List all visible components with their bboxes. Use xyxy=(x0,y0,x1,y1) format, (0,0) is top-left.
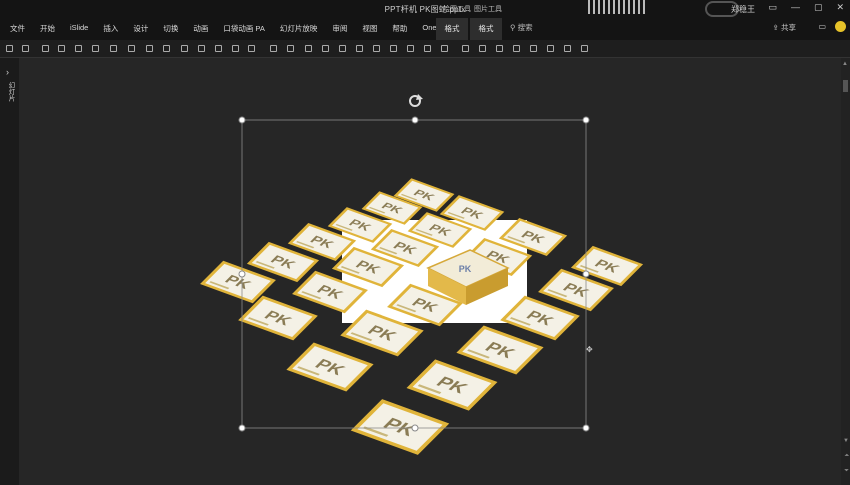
resize-handle[interactable] xyxy=(582,270,590,278)
fill-color-icon[interactable] xyxy=(441,45,448,52)
search-icon: ⚲ xyxy=(510,23,516,32)
rotate-tool-icon[interactable] xyxy=(390,45,397,52)
resize-handle[interactable] xyxy=(582,116,590,124)
send-back-icon[interactable] xyxy=(198,45,205,52)
minimize-icon[interactable]: — xyxy=(791,2,800,13)
resize-handle[interactable] xyxy=(411,424,419,432)
tab-animations[interactable]: 动画 xyxy=(193,23,208,34)
outline-icon[interactable] xyxy=(462,45,469,52)
format-painter-icon[interactable] xyxy=(305,45,312,52)
position-icon[interactable] xyxy=(513,45,520,52)
group-icon[interactable] xyxy=(128,45,135,52)
drawing-tools-group: 绘图工具 xyxy=(443,6,471,13)
paste-icon[interactable] xyxy=(564,45,571,52)
ungroup-icon[interactable] xyxy=(146,45,153,52)
search-box[interactable]: ⚲ 搜索 xyxy=(510,22,533,33)
tab-file[interactable]: 文件 xyxy=(10,23,25,34)
comment-icon[interactable]: ▭ xyxy=(818,22,826,31)
window-title: PPT杆机 PK图蛇.pptx xyxy=(384,5,466,14)
quick-toolbar xyxy=(0,40,850,58)
share-label: 共享 xyxy=(781,23,796,32)
flip-icon[interactable] xyxy=(407,45,414,52)
more-icon[interactable] xyxy=(581,45,588,52)
pk-card-grid[interactable] xyxy=(200,178,643,453)
bring-front-icon[interactable] xyxy=(181,45,188,52)
copy-icon[interactable] xyxy=(547,45,554,52)
table-icon[interactable] xyxy=(270,45,277,52)
feedback-smiley-icon[interactable] xyxy=(835,21,846,32)
pk-card[interactable] xyxy=(289,344,370,389)
align-icon[interactable] xyxy=(42,45,49,52)
rotate-icon[interactable] xyxy=(409,94,423,107)
prev-slide-icon[interactable]: ⏶ xyxy=(844,453,849,460)
edit-shape-icon[interactable] xyxy=(22,45,29,52)
scroll-up-icon[interactable]: ▲ xyxy=(842,61,848,67)
eyedropper-icon[interactable] xyxy=(339,45,346,52)
size-icon[interactable] xyxy=(496,45,503,52)
scroll-thumb[interactable] xyxy=(843,80,848,92)
scroll-down-icon[interactable]: ▼ xyxy=(843,438,849,444)
effects-icon[interactable] xyxy=(479,45,486,52)
tab-transitions[interactable]: 切换 xyxy=(163,23,178,34)
pk-card[interactable] xyxy=(238,295,318,341)
tab-design[interactable]: 设计 xyxy=(133,23,148,34)
slide-canvas[interactable]: PK PK xyxy=(19,58,841,485)
tab-islide[interactable]: iSlide xyxy=(70,23,88,34)
underline-icon[interactable] xyxy=(110,45,117,52)
pane-label: 幻灯片 xyxy=(7,82,14,102)
slide-thumbnail-pane: › 幻灯片 xyxy=(0,58,19,485)
tab-picture-format[interactable]: 格式 xyxy=(470,18,502,40)
text-direction-icon[interactable] xyxy=(215,45,222,52)
resize-handle[interactable] xyxy=(238,270,246,278)
pk-card[interactable] xyxy=(354,401,446,453)
tab-drawing-format[interactable]: 格式 xyxy=(436,18,468,40)
pk-card[interactable] xyxy=(410,361,495,409)
move-cursor-icon: ✥ xyxy=(586,345,593,354)
layer-icon[interactable] xyxy=(163,45,170,52)
pk-card[interactable] xyxy=(459,327,540,372)
tab-view[interactable]: 视图 xyxy=(362,23,377,34)
eraser-icon[interactable] xyxy=(287,45,294,52)
title-bar: PPT杆机 PK图蛇.pptx 郑稳王 ▭ — ▢ ✕ xyxy=(0,0,850,18)
crop-icon[interactable] xyxy=(373,45,380,52)
svg-text:PK: PK xyxy=(459,264,472,274)
share-button[interactable]: ⇪ 共享 xyxy=(773,22,796,33)
vertical-scrollbar[interactable]: ▲ ▼ ⏶ ⏷ xyxy=(841,58,850,485)
selection-pane-icon[interactable] xyxy=(530,45,537,52)
share-icon: ⇪ xyxy=(772,23,779,32)
ribbon-display-icon[interactable]: ▭ xyxy=(768,2,777,13)
picture-tools-group: 图片工具 xyxy=(474,6,502,13)
lock-icon[interactable] xyxy=(424,45,431,52)
resize-handle[interactable] xyxy=(238,424,246,432)
chart-icon[interactable] xyxy=(248,45,255,52)
user-name[interactable]: 郑稳王 xyxy=(731,4,755,15)
tab-review[interactable]: 审阅 xyxy=(332,23,347,34)
tab-help[interactable]: 帮助 xyxy=(392,23,407,34)
ribbon-tabs: 文件 开始 iSlide 插入 设计 切换 动画 口袋动画 PA 幻灯片放映 审… xyxy=(0,18,850,40)
next-slide-icon[interactable]: ⏷ xyxy=(844,468,849,475)
shape-icon[interactable] xyxy=(6,45,13,52)
brush-icon[interactable] xyxy=(356,45,363,52)
tab-home[interactable]: 开始 xyxy=(40,23,55,34)
search-placeholder: 搜索 xyxy=(517,23,533,32)
bold-icon[interactable] xyxy=(92,45,99,52)
resize-handle[interactable] xyxy=(411,116,419,124)
distribute-icon[interactable] xyxy=(58,45,65,52)
close-icon[interactable]: ✕ xyxy=(836,2,844,13)
tab-list: 文件 开始 iSlide 插入 设计 切换 动画 口袋动画 PA 幻灯片放映 审… xyxy=(10,23,471,34)
pen-icon[interactable] xyxy=(322,45,329,52)
tab-pocket-animation[interactable]: 口袋动画 PA xyxy=(223,23,265,34)
align-text-icon[interactable] xyxy=(232,45,239,52)
maximize-icon[interactable]: ▢ xyxy=(814,2,823,13)
resize-handle[interactable] xyxy=(238,116,246,124)
resize-handle[interactable] xyxy=(582,424,590,432)
text-icon[interactable] xyxy=(75,45,82,52)
tab-slideshow[interactable]: 幻灯片放映 xyxy=(280,23,318,34)
expand-pane-icon[interactable]: › xyxy=(6,67,9,77)
tab-insert[interactable]: 插入 xyxy=(103,23,118,34)
